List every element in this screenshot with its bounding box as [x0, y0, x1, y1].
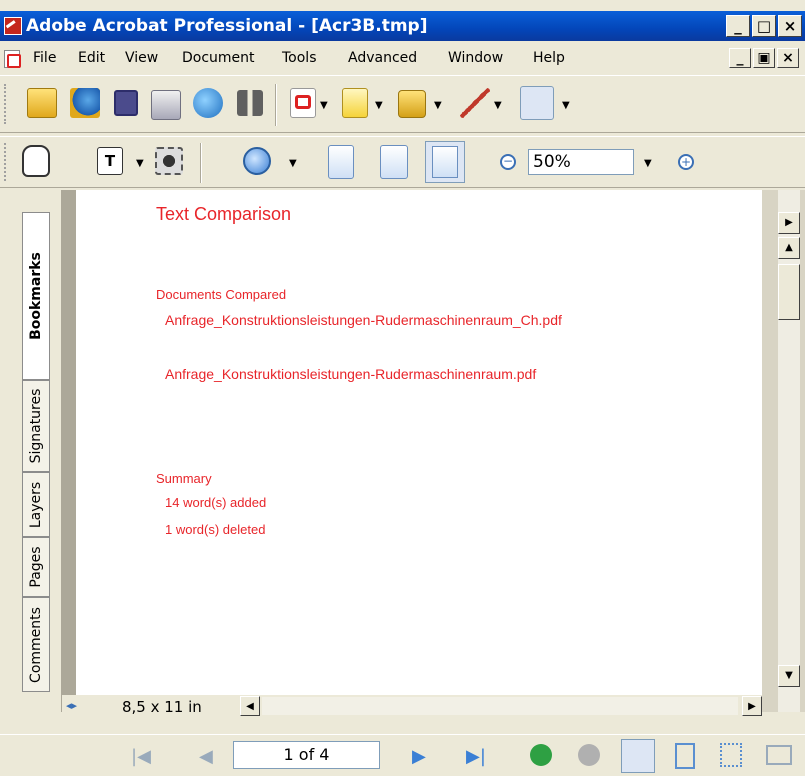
next-view-icon[interactable] [578, 744, 600, 766]
snapshot-tool-icon[interactable] [155, 147, 183, 175]
facing-icon[interactable] [766, 745, 792, 765]
print-icon[interactable] [151, 90, 181, 120]
close-button[interactable]: × [778, 15, 802, 37]
expand-pane-button[interactable]: ▶ [778, 212, 800, 234]
acrobat-window: Adobe Acrobat Professional - [Acr3B.tmp]… [0, 0, 805, 776]
chevron-down-icon[interactable]: ▼ [644, 158, 652, 169]
file-toolbar: ▼ ▼ ▼ ▼ ▼ [0, 75, 805, 133]
chevron-down-icon[interactable]: ▼ [136, 158, 144, 169]
tab-layers[interactable]: Layers [22, 472, 50, 537]
title-bar: Adobe Acrobat Professional - [Acr3B.tmp]… [0, 11, 805, 41]
zoom-in-icon[interactable]: + [678, 154, 694, 170]
menu-view[interactable]: View [125, 50, 158, 66]
words-deleted: 1 word(s) deleted [165, 522, 266, 537]
previous-view-icon[interactable] [530, 744, 552, 766]
tab-bookmarks[interactable]: Bookmarks [22, 212, 50, 380]
split-handle-icon[interactable]: ◂▸ [66, 699, 77, 712]
doc-close-button[interactable]: × [777, 48, 799, 68]
zoom-in-tool-icon[interactable] [243, 147, 271, 175]
vertical-scrollbar[interactable]: ▶ ▲ ▼ [762, 190, 805, 712]
save-icon[interactable] [114, 90, 138, 116]
comparison-heading: Text Comparison [156, 204, 292, 224]
menu-help[interactable]: Help [533, 50, 565, 66]
main-area: Bookmarks Signatures Layers Pages Commen… [0, 190, 805, 730]
toolbar-grip[interactable] [4, 143, 8, 181]
review-comment-icon[interactable] [342, 88, 368, 118]
continuous-icon[interactable] [675, 743, 695, 769]
pdf-page: Text Comparison Documents Compared Anfra… [76, 190, 764, 695]
single-page-icon[interactable] [621, 739, 655, 773]
scroll-thumb[interactable] [778, 264, 800, 320]
toolbar-grip[interactable] [4, 84, 8, 124]
words-added: 14 word(s) added [165, 495, 267, 510]
fit-page-icon[interactable] [380, 145, 408, 179]
tools-toolbar: T ▼ ▼ − 50% ▼ + [0, 136, 805, 188]
window-title: Adobe Acrobat Professional - [Acr3B.tmp] [26, 16, 428, 36]
fit-width-icon[interactable] [425, 141, 465, 183]
menu-document[interactable]: Document [182, 50, 255, 66]
chevron-down-icon[interactable]: ▼ [562, 100, 570, 111]
document-view[interactable]: Text Comparison Documents Compared Anfra… [62, 190, 764, 695]
navigation-pane: Bookmarks Signatures Layers Pages Commen… [0, 190, 62, 712]
actual-size-icon[interactable] [328, 145, 354, 179]
page-navigation-bar: |◀ ◀ 1 of 4 ▶ ▶| [0, 734, 805, 776]
open-folder-icon[interactable] [27, 88, 57, 118]
compared-file-1: Anfrage_Konstruktionsleistungen-Rudermas… [165, 312, 562, 328]
scroll-down-button[interactable]: ▼ [778, 665, 800, 687]
horizontal-scroll-track[interactable] [262, 697, 738, 715]
scroll-up-button[interactable]: ▲ [778, 237, 800, 259]
zoom-out-icon[interactable]: − [500, 154, 516, 170]
horizontal-bar: ◂▸ 8,5 x 11 in ◀ ▶ [62, 695, 762, 718]
organizer-icon[interactable] [70, 88, 100, 118]
chevron-down-icon[interactable]: ▼ [289, 158, 297, 169]
menu-edit[interactable]: Edit [78, 50, 105, 66]
last-page-icon[interactable]: ▶| [466, 746, 486, 767]
menu-file[interactable]: File [33, 50, 56, 66]
scroll-left-button[interactable]: ◀ [240, 696, 260, 716]
chevron-down-icon[interactable]: ▼ [494, 100, 502, 111]
documents-compared-label: Documents Compared [156, 287, 287, 302]
email-icon[interactable] [193, 88, 223, 118]
secure-lock-icon[interactable] [398, 90, 426, 118]
doc-restore-button[interactable]: ▣ [753, 48, 775, 68]
page-number-input[interactable]: 1 of 4 [233, 741, 380, 769]
sign-pen-icon[interactable] [460, 88, 490, 118]
create-pdf-icon[interactable] [290, 88, 316, 118]
doc-minimize-button[interactable]: _ [729, 48, 751, 68]
next-page-icon[interactable]: ▶ [412, 746, 426, 767]
page-size-label: 8,5 x 11 in [122, 698, 202, 716]
menu-bar: File Edit View Document Tools Advanced W… [0, 44, 805, 72]
tab-signatures[interactable]: Signatures [22, 380, 50, 472]
tab-pages[interactable]: Pages [22, 537, 50, 597]
menu-window[interactable]: Window [448, 50, 503, 66]
document-icon[interactable] [4, 50, 21, 68]
search-binoculars-icon[interactable] [237, 90, 263, 116]
zoom-input[interactable]: 50% [528, 149, 634, 175]
maximize-button[interactable]: □ [752, 15, 776, 37]
summary-label: Summary [156, 471, 212, 486]
select-tool-icon[interactable] [520, 86, 554, 120]
continuous-facing-icon[interactable] [720, 743, 742, 767]
compared-file-2: Anfrage_Konstruktionsleistungen-Rudermas… [165, 366, 537, 382]
hand-tool-icon[interactable] [22, 145, 50, 177]
scroll-right-button[interactable]: ▶ [742, 696, 762, 716]
acrobat-app-icon[interactable] [4, 17, 22, 35]
chevron-down-icon[interactable]: ▼ [434, 100, 442, 111]
chevron-down-icon[interactable]: ▼ [375, 100, 383, 111]
previous-page-icon[interactable]: ◀ [199, 746, 213, 767]
first-page-icon[interactable]: |◀ [131, 746, 151, 767]
select-text-icon[interactable]: T [97, 147, 123, 175]
menu-advanced[interactable]: Advanced [348, 50, 417, 66]
chevron-down-icon[interactable]: ▼ [320, 100, 328, 111]
minimize-button[interactable]: _ [726, 15, 750, 37]
tab-comments[interactable]: Comments [22, 597, 50, 692]
menu-tools[interactable]: Tools [282, 50, 317, 66]
